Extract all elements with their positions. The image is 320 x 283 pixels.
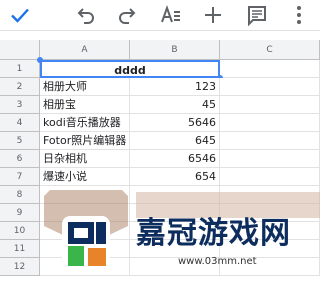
watermark-title: 嘉冠游戏网: [136, 216, 291, 251]
cell-b[interactable]: 5646: [130, 114, 220, 132]
cell-a[interactable]: 日杂相机: [40, 150, 130, 168]
column-header-c[interactable]: C: [220, 40, 320, 60]
cell-b[interactable]: 45: [130, 96, 220, 114]
comment-icon[interactable]: [245, 3, 269, 27]
row-header[interactable]: 4: [0, 114, 40, 132]
row-header[interactable]: 12: [0, 258, 40, 276]
cell-a[interactable]: 相册宝: [40, 96, 130, 114]
row-header[interactable]: 10: [0, 222, 40, 240]
cell-b[interactable]: 645: [130, 132, 220, 150]
cell-a[interactable]: kodi音乐播放器: [40, 114, 130, 132]
text-format-icon[interactable]: [159, 3, 183, 27]
row-header[interactable]: 8: [0, 186, 40, 204]
cell-c[interactable]: [220, 60, 320, 78]
row-header[interactable]: 1: [0, 60, 40, 78]
watermark-url: www.03mm.net: [178, 256, 257, 267]
site-logo: [40, 186, 132, 283]
row-header[interactable]: 6: [0, 150, 40, 168]
column-header-b[interactable]: B: [130, 40, 220, 60]
row-header[interactable]: 11: [0, 240, 40, 258]
cell-c[interactable]: [220, 150, 320, 168]
cell-c[interactable]: [220, 132, 320, 150]
selected-merged-cell[interactable]: dddd: [40, 60, 220, 78]
cell-c[interactable]: [220, 96, 320, 114]
row-header[interactable]: 7: [0, 168, 40, 186]
cell-b[interactable]: 123: [130, 78, 220, 96]
cell-b[interactable]: 654: [130, 168, 220, 186]
cell-c[interactable]: [220, 168, 320, 186]
more-vert-icon[interactable]: [287, 3, 311, 27]
toolbar: [0, 0, 320, 31]
cell-a[interactable]: 爆速小说: [40, 168, 130, 186]
undo-icon[interactable]: [74, 3, 98, 27]
cell-a[interactable]: Fotor照片编辑器: [40, 132, 130, 150]
selection-handle-top-left[interactable]: [37, 57, 43, 63]
cell-c[interactable]: [220, 78, 320, 96]
check-icon[interactable]: [8, 3, 32, 27]
select-all-corner[interactable]: [0, 40, 40, 60]
add-icon[interactable]: [201, 3, 225, 27]
row-header[interactable]: 2: [0, 78, 40, 96]
cell-b[interactable]: 6546: [130, 150, 220, 168]
row-header[interactable]: 5: [0, 132, 40, 150]
row-header[interactable]: 9: [0, 204, 40, 222]
cell-a[interactable]: 相册大师: [40, 78, 130, 96]
redo-icon[interactable]: [115, 3, 139, 27]
row-header[interactable]: 3: [0, 96, 40, 114]
site-watermark: 嘉冠游戏网 www.03mm.net: [40, 186, 320, 283]
column-header-a[interactable]: A: [40, 40, 130, 60]
cell-c[interactable]: [220, 114, 320, 132]
